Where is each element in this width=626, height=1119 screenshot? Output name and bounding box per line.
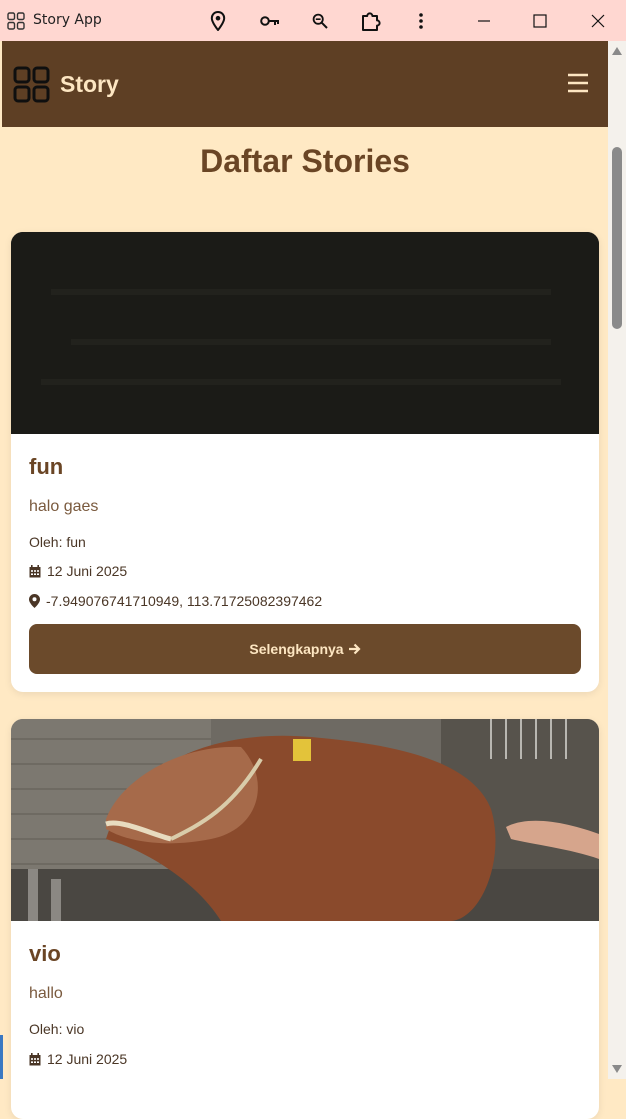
scroll-down-arrow-icon[interactable]	[612, 1065, 622, 1073]
story-date-text: 12 Juni 2025	[47, 1051, 128, 1067]
story-description: halo gaes	[29, 498, 99, 515]
story-author: Oleh: fun	[29, 534, 86, 550]
hamburger-menu-icon[interactable]	[566, 71, 590, 95]
story-card: vio hallo Oleh: vio 12 Juni 2025	[11, 719, 599, 1119]
story-date: 12 Juni 2025	[29, 1051, 127, 1067]
maximize-icon[interactable]	[529, 10, 551, 32]
story-author-text: Oleh: fun	[29, 534, 86, 550]
story-author-text: Oleh: vio	[29, 1021, 85, 1037]
window-title: Story App	[33, 12, 102, 28]
story-location-text: -7.949076741710949, 113.71725082397462	[46, 593, 323, 609]
story-author: Oleh: vio	[29, 1021, 84, 1037]
zoom-out-icon[interactable]	[309, 10, 331, 32]
read-more-button[interactable]: Selengkapnya	[29, 624, 581, 674]
map-marker-icon	[29, 594, 40, 608]
extensions-icon[interactable]	[360, 10, 382, 32]
scrollbar-thumb[interactable]	[612, 147, 622, 329]
location-icon[interactable]	[207, 10, 229, 32]
app-header: Story	[2, 41, 608, 127]
story-image	[11, 719, 599, 921]
close-icon[interactable]	[587, 10, 609, 32]
story-title: vio	[29, 941, 61, 966]
story-date-text: 12 Juni 2025	[47, 563, 128, 579]
story-title: fun	[29, 454, 64, 479]
window-titlebar: Story App	[0, 0, 626, 41]
read-more-label: Selengkapnya	[249, 641, 344, 657]
key-icon[interactable]	[259, 10, 281, 32]
brand-name[interactable]: Story	[60, 71, 119, 98]
logo-grid-icon[interactable]	[13, 66, 50, 103]
story-location: -7.949076741710949, 113.71725082397462	[29, 593, 322, 609]
more-options-icon[interactable]	[410, 10, 432, 32]
story-card: fun halo gaes Oleh: fun 12 Juni 2025 -7.…	[11, 232, 599, 692]
calendar-icon	[29, 1052, 41, 1065]
story-image	[11, 232, 599, 434]
calendar-icon	[29, 564, 41, 577]
taskbar-edge	[0, 1035, 3, 1079]
app-grid-icon	[7, 12, 25, 30]
arrow-right-icon	[348, 643, 361, 655]
story-description: hallo	[29, 985, 63, 1002]
vertical-scrollbar[interactable]	[608, 41, 626, 1079]
page-title: Daftar Stories	[200, 143, 410, 179]
minimize-icon[interactable]	[473, 10, 495, 32]
scroll-up-arrow-icon[interactable]	[612, 47, 622, 55]
story-date: 12 Juni 2025	[29, 563, 127, 579]
